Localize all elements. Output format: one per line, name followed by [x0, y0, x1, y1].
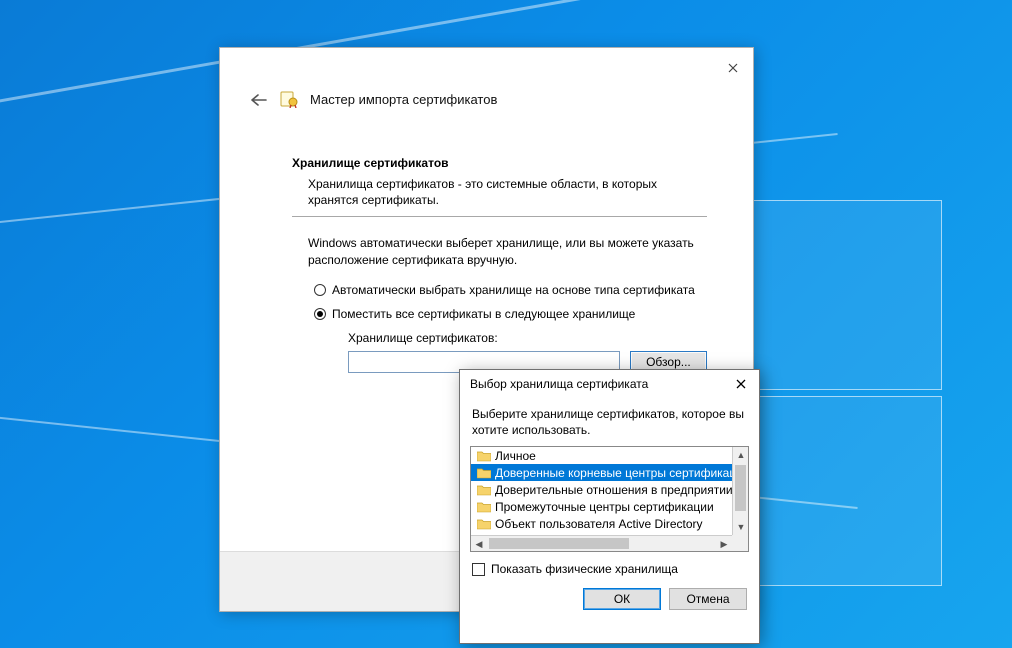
back-arrow-icon[interactable] [250, 91, 268, 107]
section-description: Хранилища сертификатов - это системные о… [308, 176, 707, 208]
tree-item[interactable]: Объект пользователя Active Directory [471, 515, 732, 532]
scroll-down-icon[interactable]: ▼ [733, 519, 749, 535]
tree-item[interactable]: Промежуточные центры сертификации [471, 498, 732, 515]
radio-label: Поместить все сертификаты в следующее хр… [332, 307, 635, 321]
section-title: Хранилище сертификатов [292, 156, 707, 170]
tree-item-label: Промежуточные центры сертификации [495, 500, 714, 514]
close-icon[interactable] [729, 374, 753, 394]
tree-item-label: Личное [495, 449, 536, 463]
store-tree: Личное Доверенные корневые центры сертифи… [470, 446, 749, 552]
radio-icon [314, 284, 326, 296]
tree-item[interactable]: Доверительные отношения в предприятии [471, 481, 732, 498]
ok-button[interactable]: ОК [583, 588, 661, 610]
selector-prompt: Выберите хранилище сертификатов, которое… [460, 398, 759, 446]
cancel-button-label: Отмена [686, 592, 729, 606]
selector-titlebar: Выбор хранилища сертификата [460, 370, 759, 398]
close-icon[interactable] [721, 56, 745, 80]
tree-item-label: Объект пользователя Active Directory [495, 517, 703, 531]
scroll-left-icon[interactable]: ◀ [471, 536, 487, 552]
ok-button-label: ОК [614, 592, 630, 606]
select-certificate-store-dialog: Выбор хранилища сертификата Выберите хра… [459, 369, 760, 644]
wizard-title: Мастер импорта сертификатов [310, 92, 497, 107]
cancel-button[interactable]: Отмена [669, 588, 747, 610]
certificate-icon [280, 90, 298, 108]
checkbox-label: Показать физические хранилища [491, 562, 678, 576]
scroll-thumb[interactable] [735, 465, 746, 511]
vertical-scrollbar[interactable]: ▲ ▼ [732, 447, 748, 535]
selector-title: Выбор хранилища сертификата [470, 377, 648, 391]
browse-button-label: Обзор... [646, 355, 691, 369]
horizontal-scrollbar[interactable]: ◀ ▶ [471, 535, 732, 551]
radio-icon [314, 308, 326, 320]
wizard-titlebar [220, 48, 753, 84]
scroll-corner [732, 535, 748, 551]
help-text: Windows автоматически выберет хранилище,… [308, 235, 707, 269]
radio-label: Автоматически выбрать хранилище на основ… [332, 283, 695, 297]
divider [292, 216, 707, 217]
tree-item[interactable]: Доверенные корневые центры сертификации [471, 464, 732, 481]
radio-place-all-in-store[interactable]: Поместить все сертификаты в следующее хр… [314, 307, 707, 321]
tree-item-label: Доверенные корневые центры сертификации [495, 466, 732, 480]
store-field-label: Хранилище сертификатов: [348, 331, 707, 345]
scroll-up-icon[interactable]: ▲ [733, 447, 749, 463]
scroll-right-icon[interactable]: ▶ [716, 536, 732, 552]
scroll-thumb[interactable] [489, 538, 629, 549]
show-physical-stores-checkbox[interactable]: Показать физические хранилища [472, 562, 747, 576]
radio-auto-select-store[interactable]: Автоматически выбрать хранилище на основ… [314, 283, 707, 297]
checkbox-icon [472, 563, 485, 576]
tree-item[interactable]: Личное [471, 447, 732, 464]
tree-item-label: Доверительные отношения в предприятии [495, 483, 732, 497]
